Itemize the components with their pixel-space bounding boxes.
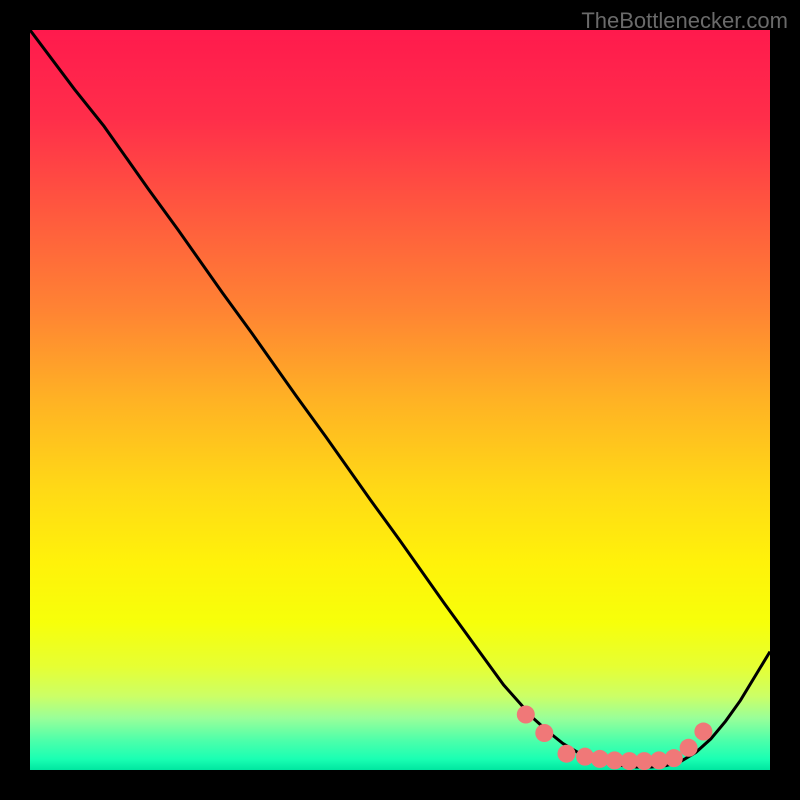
marker-dot	[665, 749, 683, 767]
marker-dot	[694, 723, 712, 741]
marker-dot	[535, 724, 553, 742]
chart-background	[30, 30, 770, 770]
marker-dot	[558, 745, 576, 763]
watermark-text: TheBottlenecker.com	[581, 8, 788, 34]
marker-dot	[517, 706, 535, 724]
chart-plot-area	[30, 30, 770, 770]
chart-svg	[30, 30, 770, 770]
marker-dot	[680, 739, 698, 757]
